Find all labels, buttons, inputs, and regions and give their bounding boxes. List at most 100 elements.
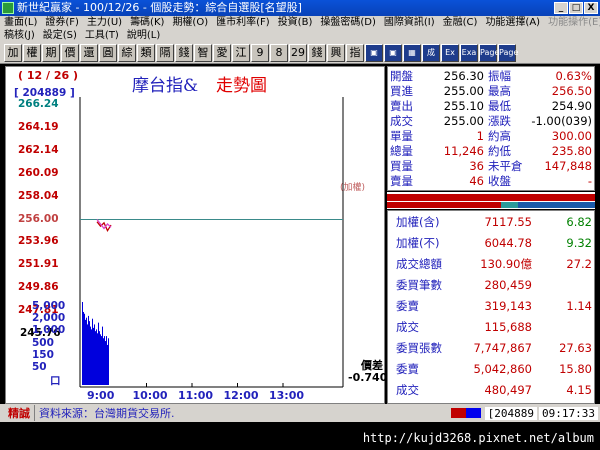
toolbar-button[interactable]: ▣	[384, 43, 402, 62]
status-time: 09:17:33	[539, 406, 598, 420]
status-mode[interactable]: 精誠	[4, 405, 35, 421]
minimize-button[interactable]: _	[554, 2, 568, 14]
quote-label: 收盤	[488, 174, 511, 188]
index-value: 115,688	[484, 320, 532, 334]
footer-watermark: http://kujd3268.pixnet.net/album	[0, 422, 600, 450]
volume-bar	[97, 333, 98, 385]
volume-tick-label: 50	[32, 361, 47, 373]
toolbar-button[interactable]: 類	[137, 43, 155, 62]
market-index-panel: 加權(含) 7117.55 6.82 加權(不) 6044.78 9.32 成交總額 130.…	[387, 210, 595, 404]
toolbar-button[interactable]: 加	[4, 43, 22, 62]
volume-bar	[82, 302, 83, 385]
quote-label: 最高	[488, 84, 511, 98]
y-tick-label: 253.96	[18, 235, 59, 248]
toolbar-button[interactable]: 還	[80, 43, 98, 62]
colorbar-top	[387, 194, 595, 201]
quote-row: 買進 255.00 最高 256.50	[388, 84, 596, 98]
toolbar-button[interactable]: Page	[498, 43, 518, 62]
menu-item[interactable]: 功能選擇(A)	[485, 16, 540, 29]
menu-item[interactable]: 期權(O)	[172, 16, 208, 29]
toolbar-button[interactable]: 隔	[156, 43, 174, 62]
volume-bar	[93, 327, 94, 385]
volume-bar	[102, 326, 103, 385]
footer-url: http://kujd3268.pixnet.net/album	[362, 431, 594, 445]
quote-row: 賣量 46 收盤 -	[388, 174, 596, 188]
volume-tick-label: 5,000	[32, 300, 66, 312]
toolbar-button[interactable]: ▦	[403, 43, 421, 62]
maximize-button[interactable]: □	[569, 2, 583, 14]
index-value: 280,459	[484, 278, 532, 292]
toolbar-button[interactable]: 成	[422, 43, 440, 62]
toolbar-button[interactable]: 期	[42, 43, 60, 62]
menu-item[interactable]: 金融(C)	[443, 16, 478, 29]
toolbar-button[interactable]: Ex	[441, 43, 459, 62]
volume-bar	[90, 326, 91, 385]
toolbar-button[interactable]: Page	[479, 43, 499, 62]
menu-item[interactable]: 匯市利率(F)	[216, 16, 270, 29]
volume-bar	[106, 336, 107, 385]
y-tick-label: 264.19	[18, 120, 59, 133]
menu-item[interactable]: 工具(T)	[85, 29, 119, 42]
toolbar-button[interactable]: 8	[270, 43, 288, 62]
index-row: 委買張數 7,747,867 27.63	[388, 337, 596, 359]
menu-item[interactable]: 說明(L)	[127, 29, 160, 42]
quote-value: 300.00	[551, 129, 592, 143]
quote-value: 46	[469, 174, 484, 188]
menu-bar: 畫面(L) 證券(F) 主力(U) 籌碼(K) 期權(O) 匯市利率(F) 投資(B) 操盤密…	[0, 16, 600, 42]
quote-value: 255.00	[443, 84, 484, 98]
index-extra: 6.82	[566, 215, 592, 229]
app-icon	[2, 2, 14, 14]
volume-bar	[100, 334, 101, 385]
volume-bar	[96, 329, 97, 385]
toolbar-button[interactable]: 錢	[308, 43, 326, 62]
quote-value: 1	[476, 129, 484, 143]
menu-item[interactable]: 操盤密碼(D)	[320, 16, 376, 29]
menu-item[interactable]: 稿核(J)	[4, 29, 35, 42]
menu-item[interactable]: 籌碼(K)	[130, 16, 164, 29]
index-label: 委賣	[396, 299, 419, 313]
index-extra: 1.14	[566, 299, 592, 313]
x-tick-label: 10:00	[132, 389, 168, 402]
quote-value: 255.00	[443, 114, 484, 128]
x-tick-label: 12:00	[223, 389, 259, 402]
toolbar-button[interactable]: 權	[23, 43, 41, 62]
index-label: 委賣	[396, 362, 419, 376]
toolbar-button[interactable]: 價	[61, 43, 79, 62]
menu-item[interactable]: 設定(S)	[43, 29, 77, 42]
menu-item[interactable]: 投資(B)	[278, 16, 313, 29]
volume-tick-label: 口	[50, 375, 61, 388]
title-bar: 新世紀贏家 - 100/12/26 - 個股走勢：綜合自選股[名望股] _ □ …	[0, 0, 600, 16]
quote-label: 約低	[488, 144, 511, 158]
toolbar-button[interactable]: 智	[194, 43, 212, 62]
toolbar-button[interactable]: 圓	[99, 43, 117, 62]
quote-label: 買量	[390, 159, 413, 173]
toolbar-button[interactable]: 9	[251, 43, 269, 62]
toolbar-button[interactable]: 愛	[213, 43, 231, 62]
menu-item[interactable]: 功能操作(E)	[548, 16, 600, 29]
quote-label: 成交	[390, 114, 413, 128]
toolbar-button[interactable]: 指	[346, 43, 364, 62]
intraday-chart-panel: ( 12 / 26 ) [ 204889 ] 摩台指& 走勢圖 (加權) 價差 …	[5, 66, 387, 404]
volume-bar	[95, 331, 96, 385]
quote-value: 256.50	[551, 84, 592, 98]
quote-value: 254.90	[551, 99, 592, 113]
close-button[interactable]: X	[584, 2, 598, 14]
menu-item[interactable]: 國際資訊(I)	[384, 16, 435, 29]
index-value: 480,497	[484, 383, 532, 397]
toolbar-button[interactable]: Exa	[460, 43, 478, 62]
toolbar-button[interactable]: 興	[327, 43, 345, 62]
index-value: 319,143	[484, 299, 532, 313]
toolbar-button[interactable]: 綜	[118, 43, 136, 62]
menu-item[interactable]: 畫面(L)	[4, 16, 37, 29]
index-value: 7,747,867	[473, 341, 532, 355]
toolbar-button[interactable]: 29	[289, 43, 307, 62]
index-label: 成交	[396, 320, 419, 334]
menu-item[interactable]: 證券(F)	[45, 16, 79, 29]
menu-item[interactable]: 主力(U)	[87, 16, 122, 29]
toolbar-button[interactable]: 錢	[175, 43, 193, 62]
toolbar-button[interactable]: ▣	[365, 43, 383, 62]
quote-row: 賣出 255.10 最低 254.90	[388, 99, 596, 113]
quote-value: 256.30	[443, 69, 484, 83]
toolbar-button[interactable]: 江	[232, 43, 250, 62]
index-row: 加權(不) 6044.78 9.32	[388, 232, 596, 254]
